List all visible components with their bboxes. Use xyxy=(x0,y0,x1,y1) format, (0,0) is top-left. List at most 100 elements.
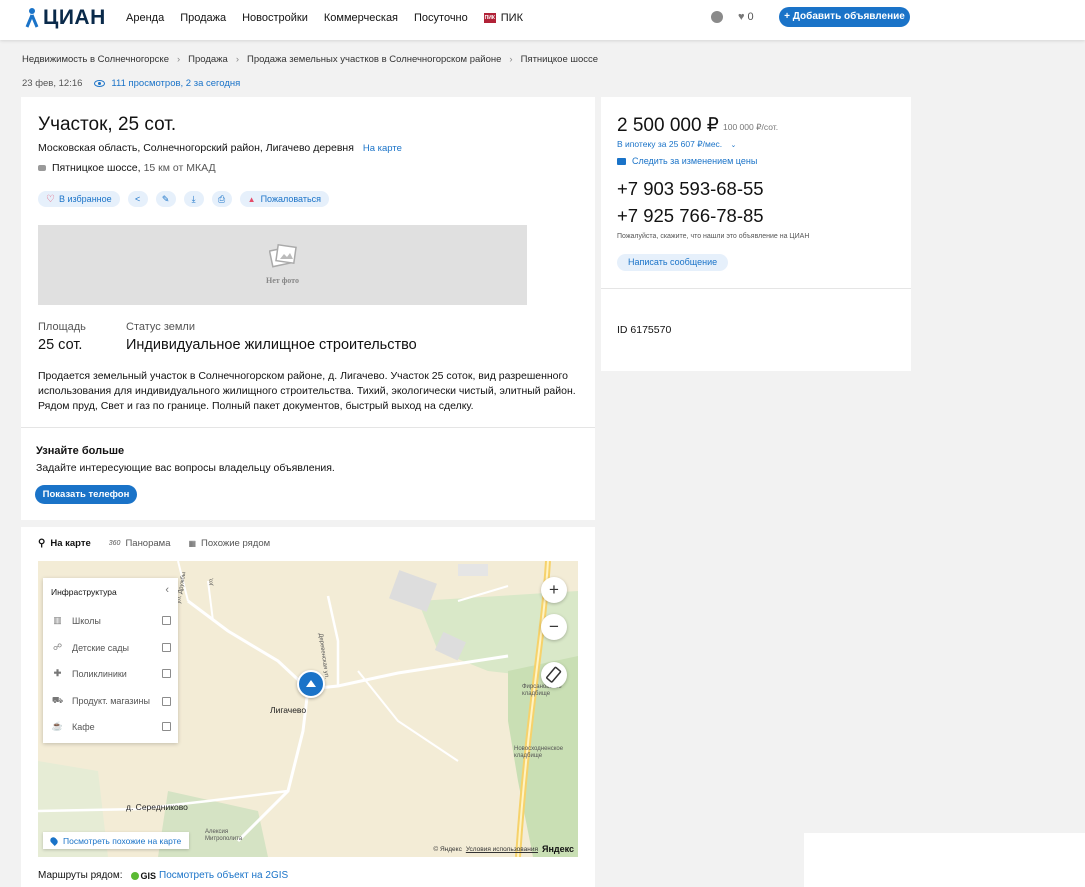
map-attribution: © Яндекс Условия использования Яндекс xyxy=(433,844,574,854)
edit-button[interactable]: ✎ xyxy=(155,191,176,207)
write-message-button[interactable]: Написать сообщение xyxy=(617,254,729,271)
chevron-right-icon: › xyxy=(235,54,239,65)
see-similar-label: Посмотреть похожие на карте xyxy=(63,835,182,846)
checkbox[interactable] xyxy=(162,669,171,678)
distance: 15 км от МКАД xyxy=(143,162,216,174)
routes-nearby: Маршруты рядом: GIS Посмотреть объект на… xyxy=(38,870,288,881)
download-icon: ⤓ xyxy=(191,193,196,204)
price-follow-link[interactable]: Следить за изменением цены xyxy=(617,156,757,166)
chevron-down-icon: ⌄ xyxy=(730,142,737,149)
share-icon: < xyxy=(135,194,141,204)
zoom-in-button[interactable]: + xyxy=(541,577,567,603)
breadcrumb-item[interactable]: Пятницкое шоссе xyxy=(521,54,598,65)
breadcrumb-item[interactable]: Продажа земельных участков в Солнечногор… xyxy=(247,54,501,65)
nav-pik[interactable]: ПИК ПИК xyxy=(483,12,523,24)
tab-on-map[interactable]: ⚲ На карте xyxy=(38,538,91,549)
see-similar-on-map-button[interactable]: Посмотреть похожие на карте xyxy=(43,832,190,849)
infra-item-schools[interactable]: ▥ Школы xyxy=(51,615,171,626)
favorites-count: 0 xyxy=(747,11,754,23)
breadcrumb-item[interactable]: Продажа xyxy=(188,54,228,65)
tab-panorama[interactable]: 360 Панорама xyxy=(109,538,171,549)
ruler-icon xyxy=(546,666,562,683)
book-icon: ▥ xyxy=(53,615,62,625)
listing-meta: 23 фев, 12:16 111 просмотров, 2 за сегод… xyxy=(22,78,240,89)
no-photo-icon xyxy=(269,243,297,268)
favorites-counter[interactable]: ♥ 0 xyxy=(738,11,754,23)
mortgage-text: В ипотеку за 25 607 ₽/мес. xyxy=(617,139,723,149)
infrastructure-title: Инфраструктура xyxy=(51,587,117,597)
download-button[interactable]: ⤓ xyxy=(183,191,204,207)
cross-icon: ✚ xyxy=(53,668,62,678)
nav-rent[interactable]: Аренда xyxy=(126,12,164,24)
ruler-button[interactable] xyxy=(541,662,567,688)
breadcrumb-item[interactable]: Недвижимость в Солнечногорске xyxy=(22,54,169,65)
phone-number[interactable]: +7 925 766-78-85 xyxy=(617,205,764,227)
map-card: ⚲ На карте 360 Панорама ▦ Похожие рядом xyxy=(21,527,595,887)
map-label-church: Алексия Митрополита xyxy=(205,829,243,842)
grid-icon: ▦ xyxy=(188,539,197,548)
chevron-left-icon[interactable]: ‹ xyxy=(165,584,169,596)
listing-id: ID 6175570 xyxy=(617,324,672,336)
nav-pik-label: ПИК xyxy=(500,12,523,24)
photo-placeholder: Нет фото xyxy=(38,225,527,305)
pencil-icon: ✎ xyxy=(161,193,170,204)
nav-sale[interactable]: Продажа xyxy=(180,12,226,24)
print-button[interactable]: ⎙ xyxy=(211,191,232,207)
panorama-360-icon: 360 xyxy=(108,540,121,547)
envelope-icon xyxy=(617,157,626,165)
map-label-village2: д. Середниково xyxy=(126,802,188,812)
zoom-out-button[interactable]: − xyxy=(541,614,567,640)
add-listing-button[interactable]: + Добавить объявление xyxy=(779,7,910,27)
report-button[interactable]: ▲ Пожаловаться xyxy=(239,191,330,207)
page-title: Участок, 25 сот. xyxy=(38,114,177,135)
favorite-label: В избранное xyxy=(58,194,112,204)
on-map-link[interactable]: На карте xyxy=(363,143,402,154)
cian-logo[interactable]: ЦИАН xyxy=(24,5,106,31)
car-icon xyxy=(38,165,46,171)
show-phone-button[interactable]: Показать телефон xyxy=(35,485,137,504)
tab-similar-nearby[interactable]: ▦ Похожие рядом xyxy=(188,538,270,549)
description: Продается земельный участок в Солнечного… xyxy=(38,370,576,412)
warning-icon: ▲ xyxy=(247,194,256,204)
nav-daily[interactable]: Посуточно xyxy=(414,12,468,24)
mortgage-link[interactable]: В ипотеку за 25 607 ₽/мес. ⌄ xyxy=(617,139,736,150)
family-icon: ☍ xyxy=(52,642,63,652)
mention-cian-note: Пожалуйста, скажите, что нашли это объяв… xyxy=(617,233,810,240)
infra-item-groceries[interactable]: ⛟ Продукт. магазины xyxy=(51,695,171,707)
address: Московская область, Солнечногорский райо… xyxy=(38,142,402,154)
divider xyxy=(21,427,595,428)
infra-item-cafes[interactable]: ☕ Кафе xyxy=(51,721,171,732)
share-button[interactable]: < xyxy=(127,191,148,207)
checkbox[interactable] xyxy=(162,643,171,652)
chevron-right-icon: › xyxy=(509,54,513,65)
heart-outline-icon: ♡ xyxy=(46,193,55,205)
open-2gis-link[interactable]: Посмотреть объект на 2GIS xyxy=(159,870,288,881)
listing-card: Участок, 25 сот. Московская область, Сол… xyxy=(21,97,595,520)
checkbox[interactable] xyxy=(162,616,171,625)
checkbox[interactable] xyxy=(162,722,171,731)
area-label: Площадь xyxy=(38,321,86,333)
listing-location-pin[interactable] xyxy=(297,670,325,698)
terms-link[interactable]: Условия использования xyxy=(466,846,538,853)
infra-label: Кафе xyxy=(72,721,95,732)
nav-new-buildings[interactable]: Новостройки xyxy=(242,12,308,24)
learn-more-title: Узнайте больше xyxy=(36,445,125,457)
tab-label: Панорама xyxy=(125,538,171,549)
nav-commercial[interactable]: Коммерческая xyxy=(324,12,398,24)
2gis-label: GIS xyxy=(140,870,157,881)
infra-item-kindergartens[interactable]: ☍ Детские сады xyxy=(51,642,171,653)
chat-icon[interactable] xyxy=(711,11,723,23)
favorite-button[interactable]: ♡ В избранное xyxy=(38,191,120,207)
yandex-logo[interactable]: Яндекс xyxy=(542,844,574,854)
views-link[interactable]: 111 просмотров, 2 за сегодня xyxy=(94,78,240,89)
routes-label: Маршруты рядом: xyxy=(38,870,123,881)
checkbox[interactable] xyxy=(162,696,171,706)
phone-number[interactable]: +7 903 593-68-55 xyxy=(617,178,764,200)
price: 2 500 000 ₽ xyxy=(617,115,719,136)
printer-icon: ⎙ xyxy=(218,193,226,204)
infra-item-clinics[interactable]: ✚ Поликлиники xyxy=(51,668,171,679)
yandex-map[interactable]: Лигачево д. Середниково Деревенская ул. … xyxy=(38,561,578,857)
report-label: Пожаловаться xyxy=(260,194,322,204)
highway-name: Пятницкое шоссе, xyxy=(52,162,141,174)
infrastructure-panel: Инфраструктура ‹ ▥ Школы ☍ Детские сады … xyxy=(43,578,178,743)
